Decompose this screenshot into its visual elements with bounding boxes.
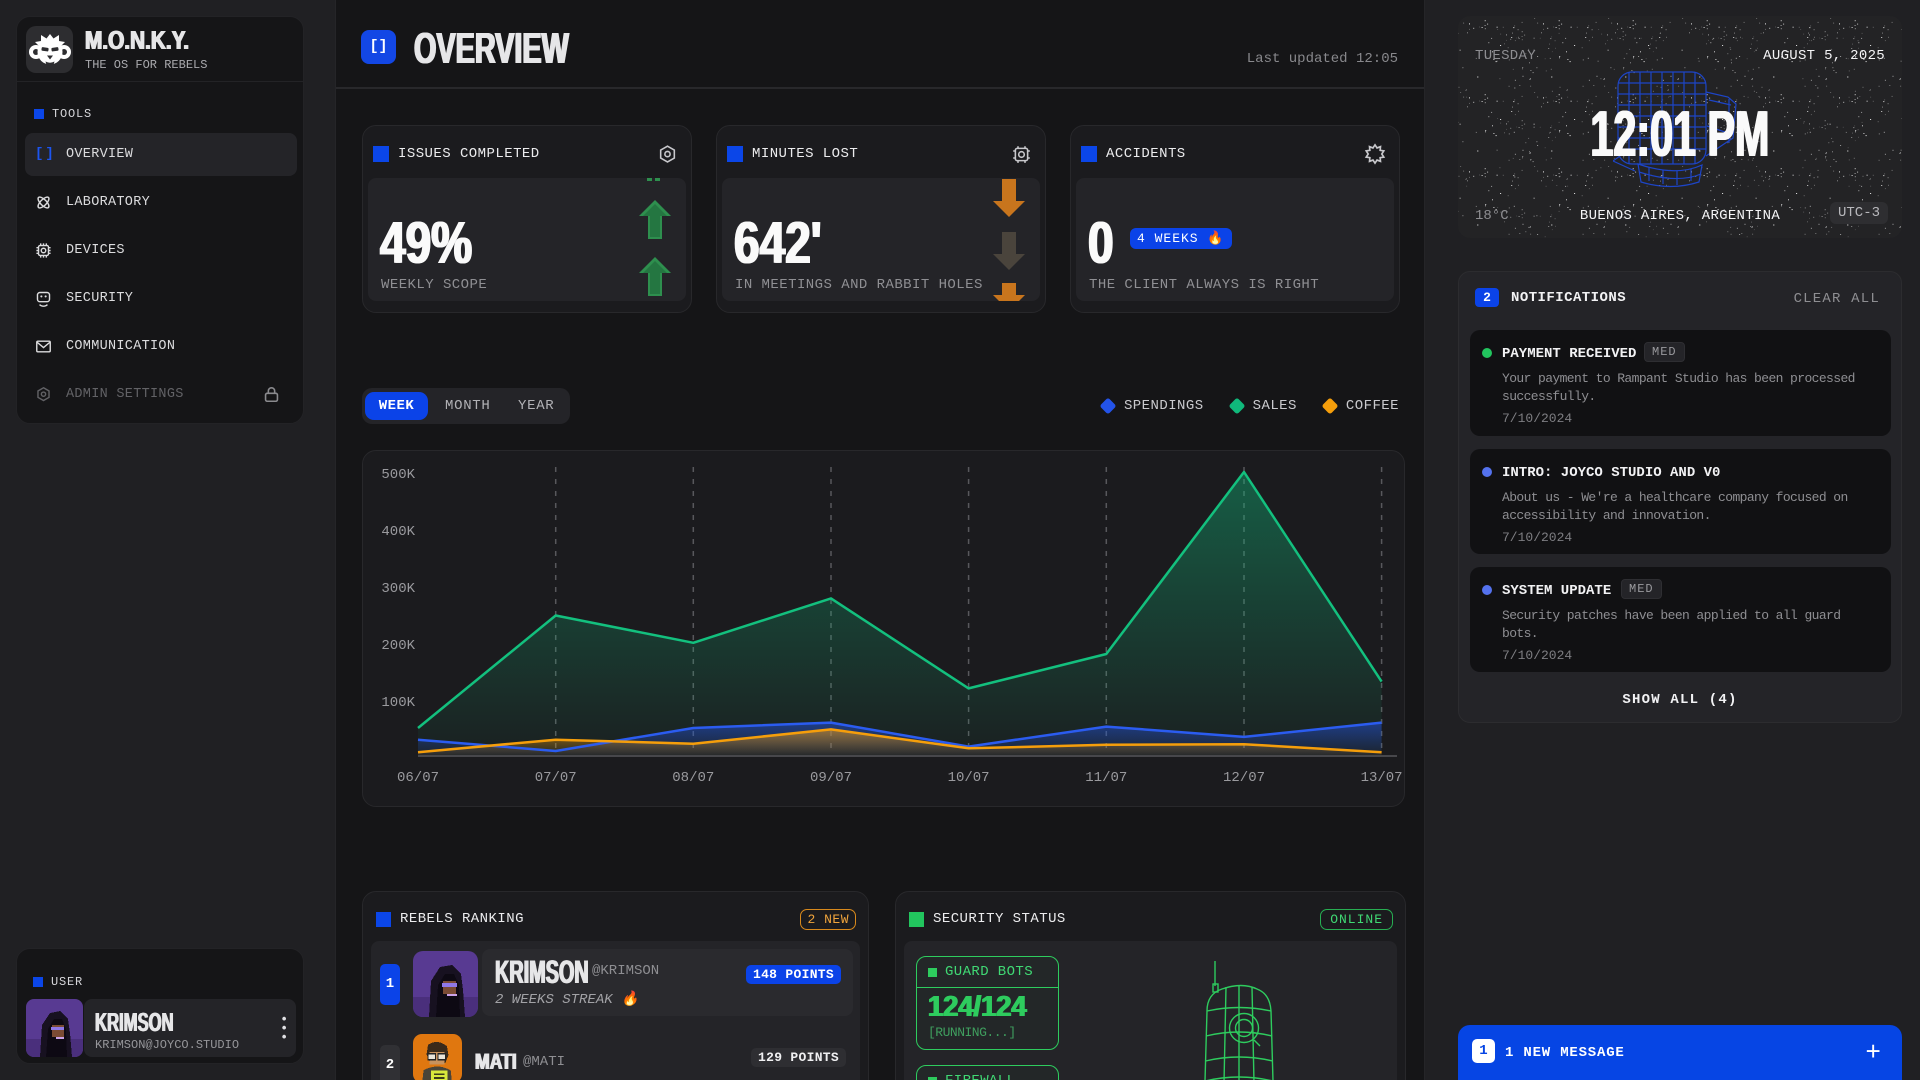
- svg-text:500K: 500K: [381, 467, 415, 483]
- svg-text:06/07: 06/07: [397, 770, 439, 786]
- svg-text:13/07: 13/07: [1361, 770, 1403, 786]
- svg-text:200K: 200K: [381, 638, 415, 654]
- svg-text:400K: 400K: [381, 524, 415, 540]
- svg-text:100K: 100K: [381, 695, 415, 711]
- svg-text:12/07: 12/07: [1223, 770, 1265, 786]
- svg-text:08/07: 08/07: [672, 770, 714, 786]
- svg-text:10/07: 10/07: [948, 770, 990, 786]
- svg-text:300K: 300K: [381, 581, 415, 597]
- svg-text:11/07: 11/07: [1085, 770, 1127, 786]
- svg-text:09/07: 09/07: [810, 770, 852, 786]
- svg-text:07/07: 07/07: [535, 770, 577, 786]
